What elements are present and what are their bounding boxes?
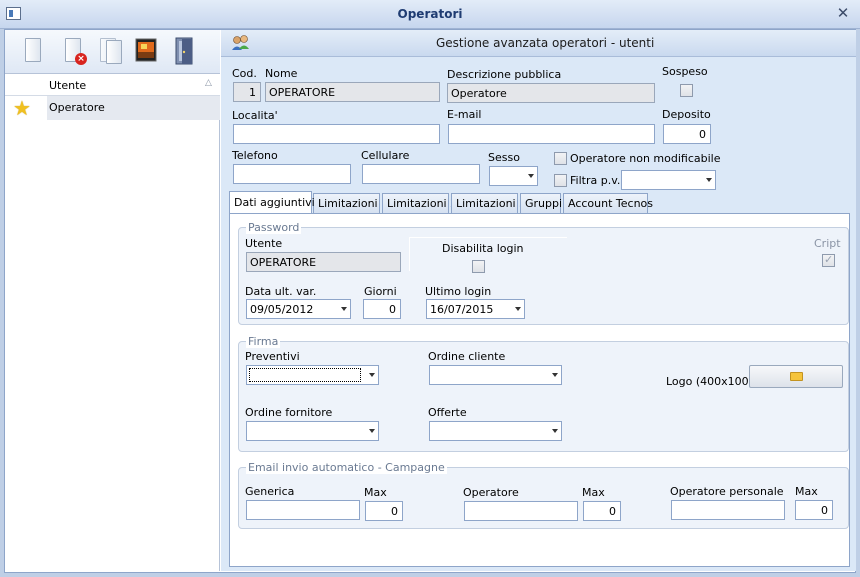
operatore-personale-label: Operatore personale	[670, 485, 784, 498]
tab-gruppi[interactable]: Gruppi	[520, 193, 562, 213]
max-label-3: Max	[795, 485, 818, 498]
giorni-label: Giorni	[364, 285, 397, 298]
cellulare-field[interactable]	[362, 164, 480, 184]
users-icon	[231, 35, 251, 51]
preventivi-label: Preventivi	[245, 350, 300, 363]
sesso-select[interactable]	[489, 166, 538, 186]
copy-document-icon[interactable]	[97, 36, 127, 68]
filtra-checkbox[interactable]	[554, 174, 567, 187]
ordine-cliente-select[interactable]	[429, 365, 562, 385]
email-field[interactable]	[448, 124, 655, 144]
filtra-label: Filtra p.v.	[570, 174, 621, 187]
disabilita-login-label: Disabilita login	[442, 242, 524, 255]
data-ult-var-label: Data ult. var.	[245, 285, 317, 298]
exit-door-icon[interactable]	[172, 36, 202, 68]
operatore-field[interactable]	[464, 501, 578, 521]
disabilita-login-checkbox[interactable]	[472, 260, 485, 273]
preventivi-select[interactable]	[246, 365, 379, 385]
generica-label: Generica	[245, 485, 295, 498]
max-label-2: Max	[582, 486, 605, 499]
window-title: Operatori	[397, 7, 463, 21]
sort-arrow-icon[interactable]: △	[205, 78, 212, 88]
new-document-icon[interactable]	[19, 36, 49, 68]
sospeso-checkbox[interactable]	[680, 84, 693, 97]
max-field-3[interactable]: 0	[795, 500, 833, 520]
window-titlebar: Operatori ✕	[0, 0, 860, 29]
tab-dati-aggiuntivi[interactable]: Dati aggiuntivi	[229, 191, 315, 213]
tab-account-tecnos[interactable]: Account Tecnos	[563, 193, 653, 213]
filtra-select[interactable]	[621, 170, 716, 190]
email-legend: Email invio automatico - Campagne	[246, 461, 447, 474]
ultimo-login-picker[interactable]: 16/07/2015	[426, 299, 525, 319]
non-modificabile-checkbox[interactable]	[554, 152, 567, 165]
tab-strip: Dati aggiuntivi Limitazioni 1 Limitazion…	[229, 191, 850, 214]
folder-icon	[790, 372, 803, 381]
telefono-label: Telefono	[232, 149, 278, 162]
email-label: E-mail	[447, 108, 482, 121]
ultimo-login-label: Ultimo login	[425, 285, 492, 298]
sesso-label: Sesso	[488, 151, 520, 164]
grid-header: Utente △	[5, 74, 220, 96]
cript-checkbox[interactable]	[822, 253, 835, 267]
row-name: Operatore	[49, 101, 105, 114]
logo-label: Logo (400x100)	[666, 375, 753, 388]
section-header: Gestione avanzata operatori - utenti	[221, 30, 856, 57]
tab-limitazioni-2[interactable]: Limitazioni 2	[382, 193, 457, 213]
cod-field[interactable]: 1	[233, 82, 261, 102]
deposito-label: Deposito	[662, 108, 711, 121]
table-row[interactable]: ★ Operatore	[5, 96, 220, 120]
page-title: Gestione avanzata operatori - utenti	[436, 36, 655, 50]
cript-label: Cript	[814, 237, 841, 250]
ordine-fornitore-label: Ordine fornitore	[245, 406, 333, 419]
logo-browse-button[interactable]	[749, 365, 843, 388]
offerte-select[interactable]	[429, 421, 562, 441]
sospeso-label: Sospeso	[662, 65, 708, 78]
tab-limitazioni-3[interactable]: Limitazioni 3	[451, 193, 526, 213]
nome-label: Nome	[265, 67, 298, 80]
max-field-2[interactable]: 0	[583, 501, 621, 521]
max-field-1[interactable]: 0	[365, 501, 403, 521]
star-icon: ★	[13, 96, 31, 120]
operatore-label: Operatore	[463, 486, 519, 499]
column-header-utente[interactable]: Utente	[49, 79, 86, 92]
descrizione-label: Descrizione pubblica	[447, 68, 562, 81]
ordine-cliente-label: Ordine cliente	[428, 350, 506, 363]
close-icon[interactable]: ✕	[834, 4, 852, 22]
giorni-field[interactable]: 0	[363, 299, 401, 319]
firma-legend: Firma	[246, 335, 281, 348]
descrizione-field[interactable]: Operatore	[447, 83, 655, 103]
ordine-fornitore-select[interactable]	[246, 421, 379, 441]
nome-field[interactable]: OPERATORE	[265, 82, 440, 102]
max-label-1: Max	[364, 486, 387, 499]
image-icon[interactable]	[133, 36, 163, 68]
utente-field[interactable]: OPERATORE	[246, 252, 401, 272]
operatore-personale-field[interactable]	[671, 500, 785, 520]
tab-limitazioni-1[interactable]: Limitazioni 1	[313, 193, 388, 213]
data-ult-var-picker[interactable]: 09/05/2012	[246, 299, 351, 319]
non-modificabile-label: Operatore non modificabile	[570, 152, 721, 165]
localita-label: Localita'	[232, 109, 278, 122]
toolbar: ×	[5, 30, 220, 74]
password-legend: Password	[246, 221, 302, 234]
deposito-field[interactable]: 0	[663, 124, 711, 144]
utente-label: Utente	[245, 237, 283, 250]
cellulare-label: Cellulare	[361, 149, 410, 162]
generica-field[interactable]	[246, 500, 360, 520]
offerte-label: Offerte	[428, 406, 467, 419]
delete-document-icon[interactable]: ×	[59, 36, 89, 68]
cod-label: Cod.	[232, 67, 257, 80]
telefono-field[interactable]	[233, 164, 351, 184]
localita-field[interactable]	[233, 124, 440, 144]
